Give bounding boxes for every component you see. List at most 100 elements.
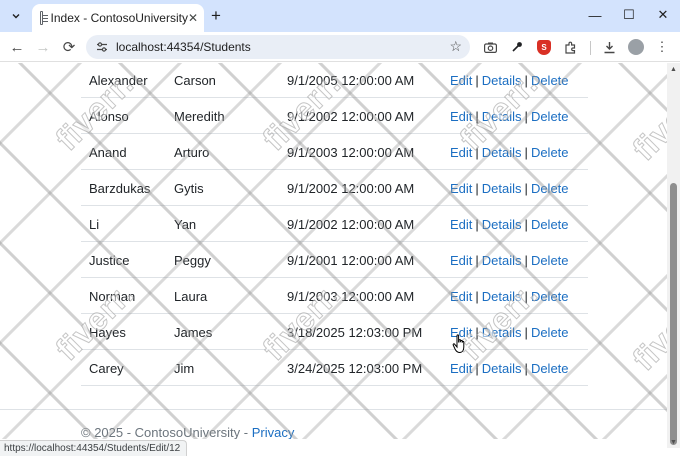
close-icon[interactable]: ✕: [188, 9, 198, 27]
edit-link[interactable]: Edit: [450, 73, 472, 88]
row-actions: Edit | Details | Delete: [450, 289, 569, 304]
separator: |: [524, 217, 528, 232]
edit-link[interactable]: Edit: [450, 181, 472, 196]
edit-link[interactable]: Edit: [450, 289, 472, 304]
first-name-cell: Arturo: [174, 145, 210, 160]
enrollment-date-cell: 3/24/2025 12:03:00 PM: [287, 361, 423, 376]
browser-toolbar: ← → ⟳ localhost:44354/Students ☆ S ⋮: [0, 32, 680, 62]
forward-icon[interactable]: →: [31, 35, 55, 59]
last-name-cell: Barzdukas: [89, 181, 151, 196]
delete-link[interactable]: Delete: [531, 181, 569, 196]
minimize-icon[interactable]: —: [578, 0, 612, 30]
plus-icon[interactable]: +: [206, 6, 226, 26]
separator: |: [475, 325, 479, 340]
last-name-cell: Hayes: [89, 325, 126, 340]
edit-link[interactable]: Edit: [450, 253, 472, 268]
edit-link[interactable]: Edit: [450, 361, 472, 376]
more-vert-icon[interactable]: ⋮: [652, 37, 672, 57]
separator: |: [475, 73, 479, 88]
students-table: Alexander Carson 9/1/2005 12:00:00 AM Edit |…: [81, 63, 588, 386]
details-link[interactable]: Details: [482, 73, 522, 88]
edit-link[interactable]: Edit: [450, 217, 472, 232]
separator: |: [475, 289, 479, 304]
reload-icon[interactable]: ⟳: [57, 35, 81, 59]
download-icon[interactable]: [599, 37, 619, 57]
toolbar-divider: [590, 41, 591, 55]
star-icon[interactable]: ☆: [449, 38, 462, 55]
tune-icon[interactable]: [94, 39, 110, 55]
delete-link[interactable]: Delete: [531, 325, 569, 340]
puzzle-icon[interactable]: [560, 37, 580, 57]
delete-link[interactable]: Delete: [531, 73, 569, 88]
last-name-cell: Anand: [89, 145, 127, 160]
footer: © 2025 - ContosoUniversity - Privacy: [81, 425, 294, 439]
privacy-link[interactable]: Privacy: [252, 425, 295, 439]
page-icon: [40, 11, 47, 25]
details-link[interactable]: Details: [482, 109, 522, 124]
first-name-cell: Gytis: [174, 181, 204, 196]
separator: |: [475, 361, 479, 376]
vertical-scrollbar[interactable]: ▲ ▼: [667, 63, 680, 448]
tab-index[interactable]: Index - ContosoUniversity ✕: [32, 4, 204, 32]
row-actions: Edit | Details | Delete: [450, 145, 569, 160]
camera-icon[interactable]: [480, 37, 500, 57]
details-link[interactable]: Details: [482, 325, 522, 340]
scroll-up-icon[interactable]: ▲: [667, 63, 680, 75]
first-name-cell: Carson: [174, 73, 216, 88]
table-row: Barzdukas Gytis 9/1/2002 12:00:00 AM Edit | D…: [81, 170, 588, 206]
row-actions: Edit | Details | Delete: [450, 109, 569, 124]
first-name-cell: Laura: [174, 289, 208, 304]
last-name-cell: Carey: [89, 361, 124, 376]
details-link[interactable]: Details: [482, 361, 522, 376]
enrollment-date-cell: 9/1/2002 12:00:00 AM: [287, 217, 415, 232]
details-link[interactable]: Details: [482, 253, 522, 268]
details-link[interactable]: Details: [482, 145, 522, 160]
first-name-cell: James: [174, 325, 213, 340]
scrollbar-thumb[interactable]: [670, 183, 677, 445]
tab-strip: Index - ContosoUniversity ✕ + — ☐ ✕: [0, 0, 680, 32]
last-name-cell: Norman: [89, 289, 136, 304]
separator: |: [475, 109, 479, 124]
chevron-down-icon[interactable]: [6, 6, 26, 26]
separator: |: [524, 181, 528, 196]
profile-avatar-icon[interactable]: [626, 37, 646, 57]
maximize-icon[interactable]: ☐: [612, 0, 646, 30]
back-icon[interactable]: ←: [5, 35, 29, 59]
footer-divider: [0, 409, 667, 410]
eyedropper-icon[interactable]: [507, 37, 527, 57]
delete-link[interactable]: Delete: [531, 361, 569, 376]
shield-extension-icon[interactable]: S: [534, 37, 554, 57]
enrollment-date-cell: 3/18/2025 12:03:00 PM: [287, 325, 423, 340]
separator: |: [524, 289, 528, 304]
details-link[interactable]: Details: [482, 217, 522, 232]
window-close-icon[interactable]: ✕: [646, 0, 680, 30]
delete-link[interactable]: Delete: [531, 217, 569, 232]
table-row: Alexander Carson 9/1/2005 12:00:00 AM Edit |…: [81, 63, 588, 98]
first-name-cell: Peggy: [174, 253, 211, 268]
scroll-down-icon[interactable]: ▼: [667, 436, 680, 448]
edit-link[interactable]: Edit: [450, 145, 472, 160]
separator: |: [524, 109, 528, 124]
delete-link[interactable]: Delete: [531, 145, 569, 160]
details-link[interactable]: Details: [482, 289, 522, 304]
address-bar[interactable]: localhost:44354/Students ☆: [86, 35, 470, 59]
first-name-cell: Meredith: [174, 109, 225, 124]
last-name-cell: Alonso: [89, 109, 129, 124]
delete-link[interactable]: Delete: [531, 253, 569, 268]
url-text: localhost:44354/Students: [116, 40, 251, 54]
last-name-cell: Alexander: [89, 73, 148, 88]
separator: |: [475, 253, 479, 268]
table-row: Norman Laura 9/1/2003 12:00:00 AM Edit | Deta…: [81, 278, 588, 314]
table-row: Justice Peggy 9/1/2001 12:00:00 AM Edit | Det…: [81, 242, 588, 278]
edit-link[interactable]: Edit: [450, 109, 472, 124]
enrollment-date-cell: 9/1/2003 12:00:00 AM: [287, 289, 415, 304]
delete-link[interactable]: Delete: [531, 109, 569, 124]
row-actions: Edit | Details | Delete: [450, 361, 569, 376]
delete-link[interactable]: Delete: [531, 289, 569, 304]
row-actions: Edit | Details | Delete: [450, 73, 569, 88]
row-actions: Edit | Details | Delete: [450, 217, 569, 232]
separator: |: [475, 145, 479, 160]
details-link[interactable]: Details: [482, 181, 522, 196]
row-actions: Edit | Details | Delete: [450, 253, 569, 268]
page-content: Alexander Carson 9/1/2005 12:00:00 AM Edit |…: [0, 63, 667, 439]
